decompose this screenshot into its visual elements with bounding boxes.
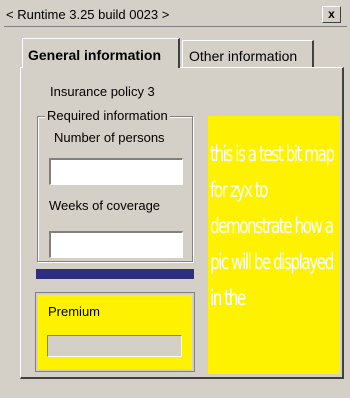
group-title: Required information (45, 108, 170, 123)
tab-other-label: Other information (189, 48, 298, 64)
close-icon: x (328, 7, 335, 21)
premium-output (47, 335, 182, 357)
persons-label: Number of persons (54, 130, 165, 145)
close-button[interactable]: x (322, 6, 341, 23)
tab-general-information[interactable]: General information (22, 38, 180, 68)
window-edge (0, 0, 4, 398)
weeks-input[interactable] (49, 231, 183, 258)
tab-other-information[interactable]: Other information (182, 40, 314, 68)
weeks-label: Weeks of coverage (49, 198, 161, 213)
persons-input[interactable] (49, 158, 183, 185)
picture-box: this is a test bit map for zyx to demons… (208, 116, 340, 374)
tab-general-label: General information (28, 47, 162, 63)
picture-caption: this is a test bit map for zyx to demons… (210, 142, 335, 310)
dialog-window: < Runtime 3.25 build 0023 > x General in… (0, 0, 350, 398)
divider-bar (36, 269, 194, 279)
window-title: < Runtime 3.25 build 0023 > (6, 7, 170, 22)
premium-label: Premium (48, 304, 101, 319)
policy-label: Insurance policy 3 (50, 84, 155, 99)
title-bar[interactable]: < Runtime 3.25 build 0023 > x (4, 4, 347, 27)
